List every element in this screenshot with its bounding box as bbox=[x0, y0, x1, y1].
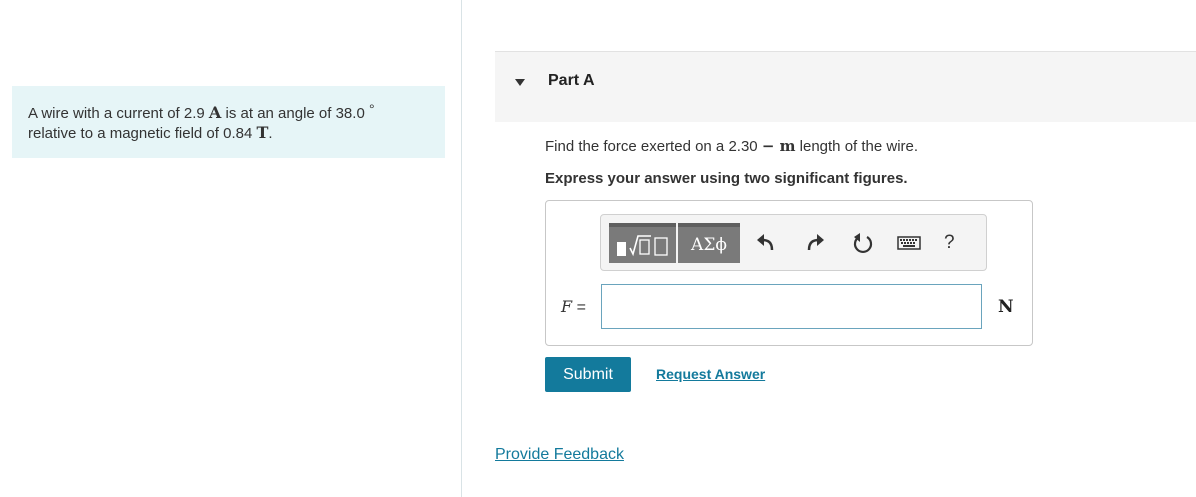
problem-text-4: . bbox=[268, 125, 273, 142]
answer-unit: N bbox=[998, 297, 1014, 317]
help-icon[interactable]: ? bbox=[944, 232, 955, 254]
provide-feedback-link[interactable]: Provide Feedback bbox=[495, 446, 624, 464]
problem-statement: A wire with a current of 2.9 A is at an … bbox=[12, 86, 445, 158]
problem-text-2: is at an angle of 38.0 bbox=[225, 105, 365, 122]
equals-sign: = bbox=[576, 299, 586, 316]
part-a-header[interactable]: Part A bbox=[495, 51, 1196, 122]
undo-icon[interactable] bbox=[754, 231, 778, 255]
variable-name: F bbox=[561, 297, 573, 316]
panel-divider bbox=[461, 0, 462, 497]
current-unit: A bbox=[208, 103, 222, 122]
question-text-1: Find the force exerted on a 2.30 bbox=[545, 138, 758, 155]
problem-text-3: relative to a magnetic field of 0.84 bbox=[28, 125, 253, 142]
answer-variable-label: F = bbox=[561, 297, 586, 317]
answer-box: ΑΣϕ ? F = N bbox=[545, 200, 1033, 346]
instruction-text: Express your answer using two significan… bbox=[545, 170, 908, 187]
problem-text-1: A wire with a current of 2.9 bbox=[28, 105, 205, 122]
field-unit: T bbox=[256, 123, 269, 142]
templates-button[interactable] bbox=[609, 223, 676, 263]
part-title: Part A bbox=[548, 72, 595, 89]
collapse-caret-icon[interactable] bbox=[515, 79, 525, 86]
question-text-2: length of the wire. bbox=[799, 138, 919, 155]
answer-input[interactable] bbox=[601, 284, 982, 329]
submit-button[interactable]: Submit bbox=[545, 357, 631, 392]
redo-icon[interactable] bbox=[803, 231, 827, 255]
reset-icon[interactable] bbox=[851, 231, 875, 255]
request-answer-link[interactable]: Request Answer bbox=[656, 366, 765, 382]
degree-symbol: ° bbox=[368, 101, 375, 117]
question-unit: − m bbox=[761, 137, 796, 155]
templates-icon bbox=[616, 235, 668, 257]
keyboard-icon[interactable] bbox=[897, 231, 921, 255]
math-toolbar: ΑΣϕ ? bbox=[600, 214, 987, 271]
question-text: Find the force exerted on a 2.30 − m len… bbox=[545, 137, 918, 155]
greek-symbols-button[interactable]: ΑΣϕ bbox=[678, 223, 740, 263]
